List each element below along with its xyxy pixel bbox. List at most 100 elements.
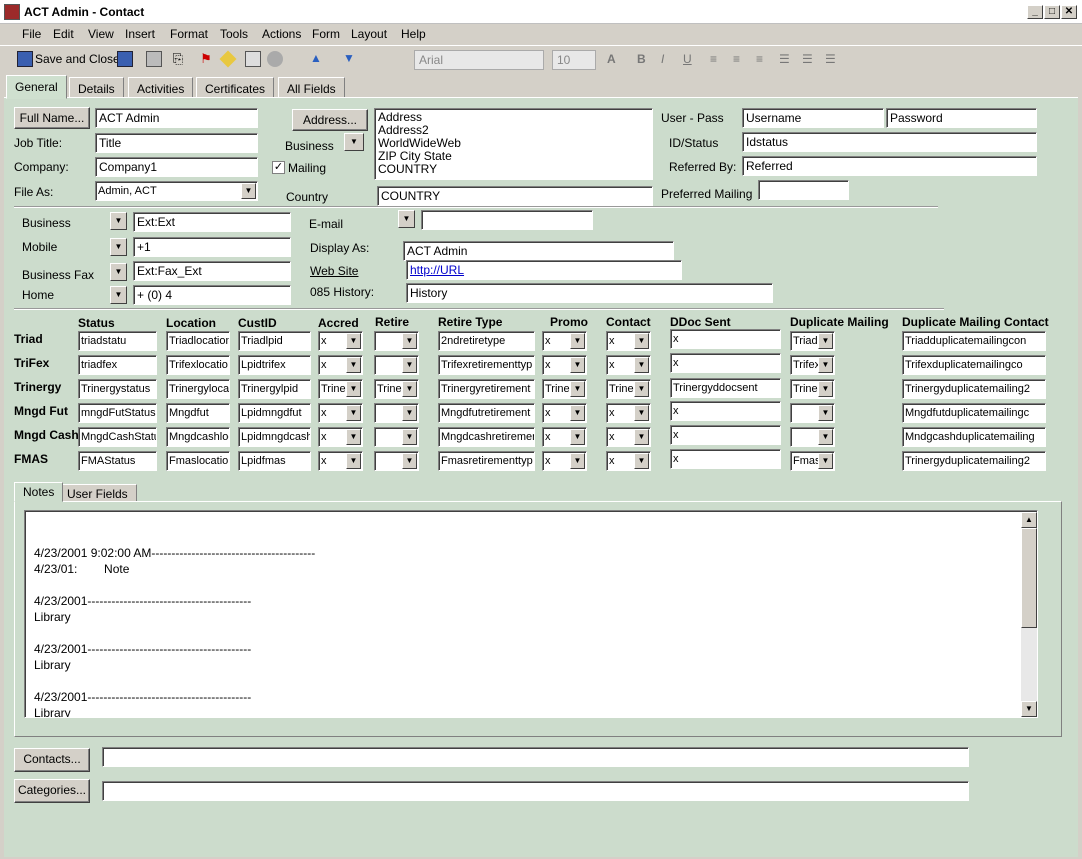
email-field[interactable] xyxy=(421,210,593,230)
full-name-button[interactable]: Full Name... xyxy=(14,107,90,129)
promo-select[interactable]: x ▼ xyxy=(542,355,587,375)
location-field[interactable]: Trinergyloca xyxy=(166,379,230,399)
retire-type-field[interactable]: Trifexretirementtyp xyxy=(438,355,535,375)
duplicate-mailing-select[interactable]: Triadd ▼ xyxy=(790,331,835,351)
tab-activities[interactable]: Activities xyxy=(128,77,194,98)
promo-select[interactable]: x ▼ xyxy=(542,451,587,471)
company-field[interactable]: Company1 xyxy=(95,157,258,177)
tab-certificates[interactable]: Certificates xyxy=(196,77,275,98)
close-button[interactable]: ✕ xyxy=(1061,5,1077,19)
retire-select[interactable]: ▼ xyxy=(374,355,419,375)
scroll-down-icon[interactable]: ▼ xyxy=(1021,701,1037,717)
username-field[interactable]: Username xyxy=(742,108,884,128)
web-site-link[interactable]: http://URL xyxy=(410,263,464,277)
accred-select[interactable]: x ▼ xyxy=(318,427,363,447)
menu-actions[interactable]: Actions xyxy=(262,27,301,41)
tab-notes[interactable]: Notes xyxy=(14,482,64,502)
save-icon[interactable] xyxy=(17,51,33,67)
dup-contact-field[interactable]: Trifexduplicatemailingco xyxy=(902,355,1046,375)
scroll-up-icon[interactable]: ▲ xyxy=(1021,512,1037,528)
mailing-checkbox[interactable]: ✓ xyxy=(272,161,285,174)
maximize-button[interactable]: □ xyxy=(1044,5,1060,19)
full-name-field[interactable]: ACT Admin xyxy=(95,108,258,128)
ddoc-field[interactable]: x xyxy=(670,449,781,469)
location-field[interactable]: Fmaslocation xyxy=(166,451,230,471)
contact-select[interactable]: x ▼ xyxy=(606,331,651,351)
categories-field[interactable] xyxy=(102,781,969,801)
custid-field[interactable]: Lpidmngdcash xyxy=(238,427,311,447)
job-title-field[interactable]: Title xyxy=(95,133,258,153)
duplicate-mailing-select[interactable]: ▼ xyxy=(790,427,835,447)
status-field[interactable]: mngdFutStatus xyxy=(78,403,157,423)
menu-form[interactable]: Form xyxy=(312,27,340,41)
contact-select[interactable]: x ▼ xyxy=(606,403,651,423)
contact-select[interactable]: Triner ▼ xyxy=(606,379,651,399)
menu-view[interactable]: View xyxy=(88,27,114,41)
duplicate-mailing-select[interactable]: Triner ▼ xyxy=(790,379,835,399)
menu-layout[interactable]: Layout xyxy=(351,27,387,41)
contact-select[interactable]: x ▼ xyxy=(606,427,651,447)
menu-tools[interactable]: Tools xyxy=(220,27,248,41)
accred-select[interactable]: x ▼ xyxy=(318,331,363,351)
promo-select[interactable]: x ▼ xyxy=(542,331,587,351)
retire-type-field[interactable]: 2ndretiretype xyxy=(438,331,535,351)
align-right-icon[interactable]: ≡ xyxy=(756,52,763,66)
custid-field[interactable]: Trinergylpid xyxy=(238,379,311,399)
retire-type-field[interactable]: Fmasretirementtyp xyxy=(438,451,535,471)
dup-contact-field[interactable]: Trinergyduplicatemailing2 xyxy=(902,451,1046,471)
duplicate-mailing-select[interactable]: Fmas ▼ xyxy=(790,451,835,471)
menu-file[interactable]: File xyxy=(22,27,41,41)
retire-select[interactable]: ▼ xyxy=(374,403,419,423)
contact-select[interactable]: x ▼ xyxy=(606,451,651,471)
increase-indent-icon[interactable]: ☰ xyxy=(825,52,836,66)
tab-details[interactable]: Details xyxy=(69,77,124,98)
dup-contact-field[interactable]: Mngdfutduplicatemailingc xyxy=(902,403,1046,423)
bold-icon[interactable]: B xyxy=(637,52,646,66)
location-field[interactable]: Trifexlocatio xyxy=(166,355,230,375)
contacts-button[interactable]: Contacts... xyxy=(14,748,90,772)
phone-mobile-field[interactable]: +1 xyxy=(133,237,291,257)
accred-select[interactable]: x ▼ xyxy=(318,451,363,471)
dup-contact-field[interactable]: Mndgcashduplicatemailing xyxy=(902,427,1046,447)
save-and-close-button[interactable]: Save and Close xyxy=(35,52,120,66)
dup-contact-field[interactable]: Trinergyduplicatemailing2 xyxy=(902,379,1046,399)
file-as-select[interactable]: Admin, ACT ▼ xyxy=(95,181,258,201)
id-status-field[interactable]: Idstatus xyxy=(742,132,1037,152)
history-field[interactable]: History xyxy=(406,283,773,303)
minimize-button[interactable]: _ xyxy=(1027,5,1043,19)
web-site-field[interactable]: http://URL xyxy=(406,260,682,280)
retire-select[interactable]: ▼ xyxy=(374,427,419,447)
decrease-indent-icon[interactable]: ☰ xyxy=(802,52,813,66)
preferred-mailing-field[interactable] xyxy=(758,180,849,200)
status-field[interactable]: triadstatu xyxy=(78,331,157,351)
custid-field[interactable]: Lpidfmas xyxy=(238,451,311,471)
align-center-icon[interactable]: ≡ xyxy=(733,52,740,66)
align-left-icon[interactable]: ≡ xyxy=(710,52,717,66)
ddoc-field[interactable]: Trinergyddocsent xyxy=(670,378,781,398)
phone-home-field[interactable]: + (0) 4 xyxy=(133,285,291,305)
accred-select[interactable]: x ▼ xyxy=(318,403,363,423)
address-type-dropdown[interactable]: ▼ xyxy=(344,133,364,151)
flag-icon[interactable]: ⚑ xyxy=(198,51,214,67)
custid-field[interactable]: Triadlpid xyxy=(238,331,311,351)
custid-field[interactable]: Lpidmngdfut xyxy=(238,403,311,423)
ddoc-field[interactable]: x xyxy=(670,401,781,421)
attach-icon[interactable]: ⎘ xyxy=(170,51,186,67)
retire-select[interactable]: ▼ xyxy=(374,331,419,351)
phone-type-dropdown-1[interactable]: ▼ xyxy=(110,212,127,230)
tab-general[interactable]: General xyxy=(6,75,67,99)
ddoc-field[interactable]: x xyxy=(670,329,781,349)
menu-help[interactable]: Help xyxy=(401,27,426,41)
duplicate-mailing-select[interactable]: ▼ xyxy=(790,403,835,423)
tab-user-fields[interactable]: User Fields xyxy=(58,484,137,502)
menu-insert[interactable]: Insert xyxy=(125,27,155,41)
status-field[interactable]: MngdCashStatu xyxy=(78,427,157,447)
font-size-select[interactable]: 10 xyxy=(552,50,596,70)
country-field[interactable]: COUNTRY xyxy=(377,186,653,206)
email-type-dropdown[interactable]: ▼ xyxy=(398,210,415,228)
print-icon[interactable] xyxy=(146,51,162,67)
bullets-icon[interactable]: ☰ xyxy=(779,52,790,66)
menu-format[interactable]: Format xyxy=(170,27,208,41)
status-field[interactable]: FMAStatus xyxy=(78,451,157,471)
font-name-select[interactable]: Arial xyxy=(414,50,544,70)
